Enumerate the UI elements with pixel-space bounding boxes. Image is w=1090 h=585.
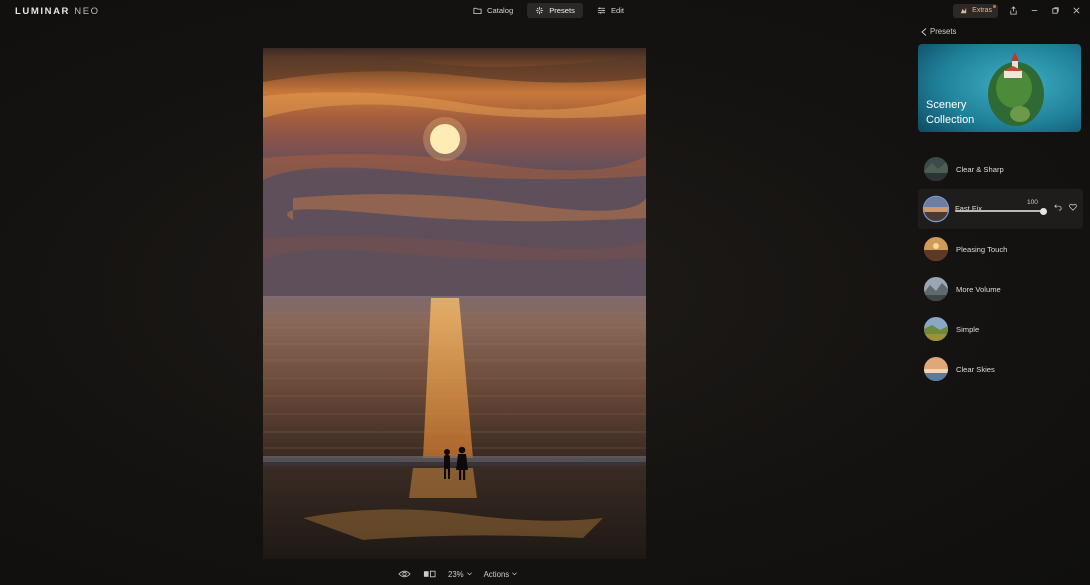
- minimize-icon[interactable]: [1029, 5, 1040, 16]
- chevron-left-icon: [921, 27, 927, 36]
- preset-simple[interactable]: Simple: [918, 309, 1083, 349]
- zoom-value: 23%: [448, 569, 464, 579]
- preset-label: Clear Skies: [956, 364, 995, 374]
- collection-title: Scenery Collection: [926, 98, 1006, 128]
- chevron-down-icon: [512, 572, 518, 576]
- compare-icon: [423, 570, 436, 578]
- tab-catalog[interactable]: Catalog: [465, 3, 521, 18]
- tab-presets-label: Presets: [549, 6, 575, 15]
- presets-panel: Presets Scenery Collection Clear & Sharp…: [912, 22, 1090, 585]
- actions-dropdown[interactable]: Actions: [484, 569, 518, 579]
- preset-thumbnail: [924, 197, 948, 221]
- tab-edit[interactable]: Edit: [589, 3, 632, 18]
- preset-thumbnail: [924, 317, 948, 341]
- compare-toggle[interactable]: [423, 569, 436, 579]
- tab-presets[interactable]: Presets: [527, 3, 583, 18]
- preview-toggle[interactable]: [398, 569, 411, 579]
- logo-secondary: NEO: [74, 6, 100, 17]
- restore-icon[interactable]: [1050, 5, 1061, 16]
- collection-title-line2: Collection: [926, 114, 975, 126]
- undo-icon[interactable]: [1054, 203, 1062, 211]
- slider-knob[interactable]: [1039, 207, 1047, 215]
- preset-fast-fix[interactable]: Fast Fix 100: [918, 189, 1083, 229]
- preset-clear-sharp[interactable]: Clear & Sharp: [918, 149, 1083, 189]
- extras-label: Extras: [972, 7, 992, 14]
- share-icon[interactable]: [1008, 5, 1019, 16]
- preset-list: Clear & Sharp Fast Fix 100 Pleasing Touc…: [918, 149, 1083, 389]
- viewer-toolbar: 23% Actions: [398, 567, 518, 581]
- folder-icon: [473, 7, 482, 15]
- preset-thumbnail: [924, 157, 948, 181]
- main-nav: Catalog Presets Edit: [465, 3, 632, 18]
- preset-label: Clear & Sharp: [956, 164, 1004, 174]
- preset-actions: [1054, 203, 1077, 211]
- preset-more-volume[interactable]: More Volume: [918, 269, 1083, 309]
- heart-icon[interactable]: [1069, 203, 1077, 211]
- preset-amount-slider[interactable]: [955, 207, 1047, 215]
- collection-banner: Scenery Collection: [918, 44, 1081, 132]
- tab-edit-label: Edit: [610, 6, 625, 15]
- preset-pleasing-touch[interactable]: Pleasing Touch: [918, 229, 1083, 269]
- preset-label: More Volume: [956, 284, 1001, 294]
- back-label: Presets: [930, 27, 957, 36]
- tab-catalog-label: Catalog: [487, 6, 514, 15]
- logo-primary: LUMINAR: [15, 6, 70, 17]
- eye-icon: [398, 570, 411, 578]
- chevron-down-icon: [466, 572, 472, 576]
- zoom-dropdown[interactable]: 23%: [448, 569, 472, 579]
- preset-clear-skies[interactable]: Clear Skies: [918, 349, 1083, 389]
- back-to-presets[interactable]: Presets: [921, 27, 956, 36]
- preset-label: Simple: [956, 324, 980, 334]
- app-logo: LUMINAR NEO: [15, 6, 100, 17]
- slider-fill: [955, 210, 1043, 212]
- sliders-icon: [597, 7, 606, 14]
- actions-label: Actions: [483, 569, 510, 579]
- extras-button[interactable]: Extras: [953, 3, 998, 18]
- title-bar: LUMINAR NEO Catalog Presets Edit Extras: [0, 0, 1090, 22]
- main-photo[interactable]: [263, 48, 646, 559]
- preset-thumbnail: [924, 277, 948, 301]
- preset-amount: 100: [1027, 199, 1038, 206]
- sparkle-icon: [536, 6, 544, 15]
- preset-label: Pleasing Touch: [956, 244, 1008, 254]
- window-controls: Extras: [953, 3, 1082, 18]
- extras-icon: [960, 7, 967, 14]
- notification-dot: [993, 4, 996, 8]
- collection-title-line1: Scenery: [926, 99, 967, 111]
- close-icon[interactable]: [1071, 5, 1082, 16]
- preset-thumbnail: [924, 237, 948, 261]
- preset-thumbnail: [924, 357, 948, 381]
- app-window: LUMINAR NEO Catalog Presets Edit Extras: [0, 0, 1090, 585]
